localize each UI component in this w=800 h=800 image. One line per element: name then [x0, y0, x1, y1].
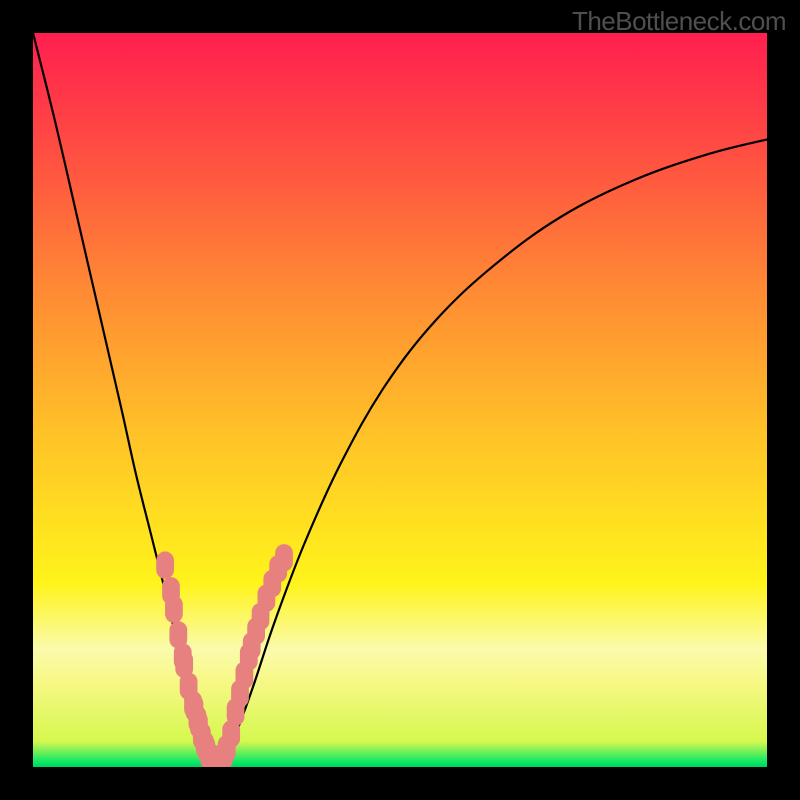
highlight-marker [275, 544, 293, 571]
gradient-background [33, 33, 767, 767]
chart-frame: TheBottleneck.com [0, 0, 800, 800]
watermark-label: TheBottleneck.com [572, 6, 786, 37]
highlight-marker [165, 595, 183, 622]
highlight-marker [156, 551, 174, 578]
chart-svg [33, 33, 767, 767]
plot-area [33, 33, 767, 767]
